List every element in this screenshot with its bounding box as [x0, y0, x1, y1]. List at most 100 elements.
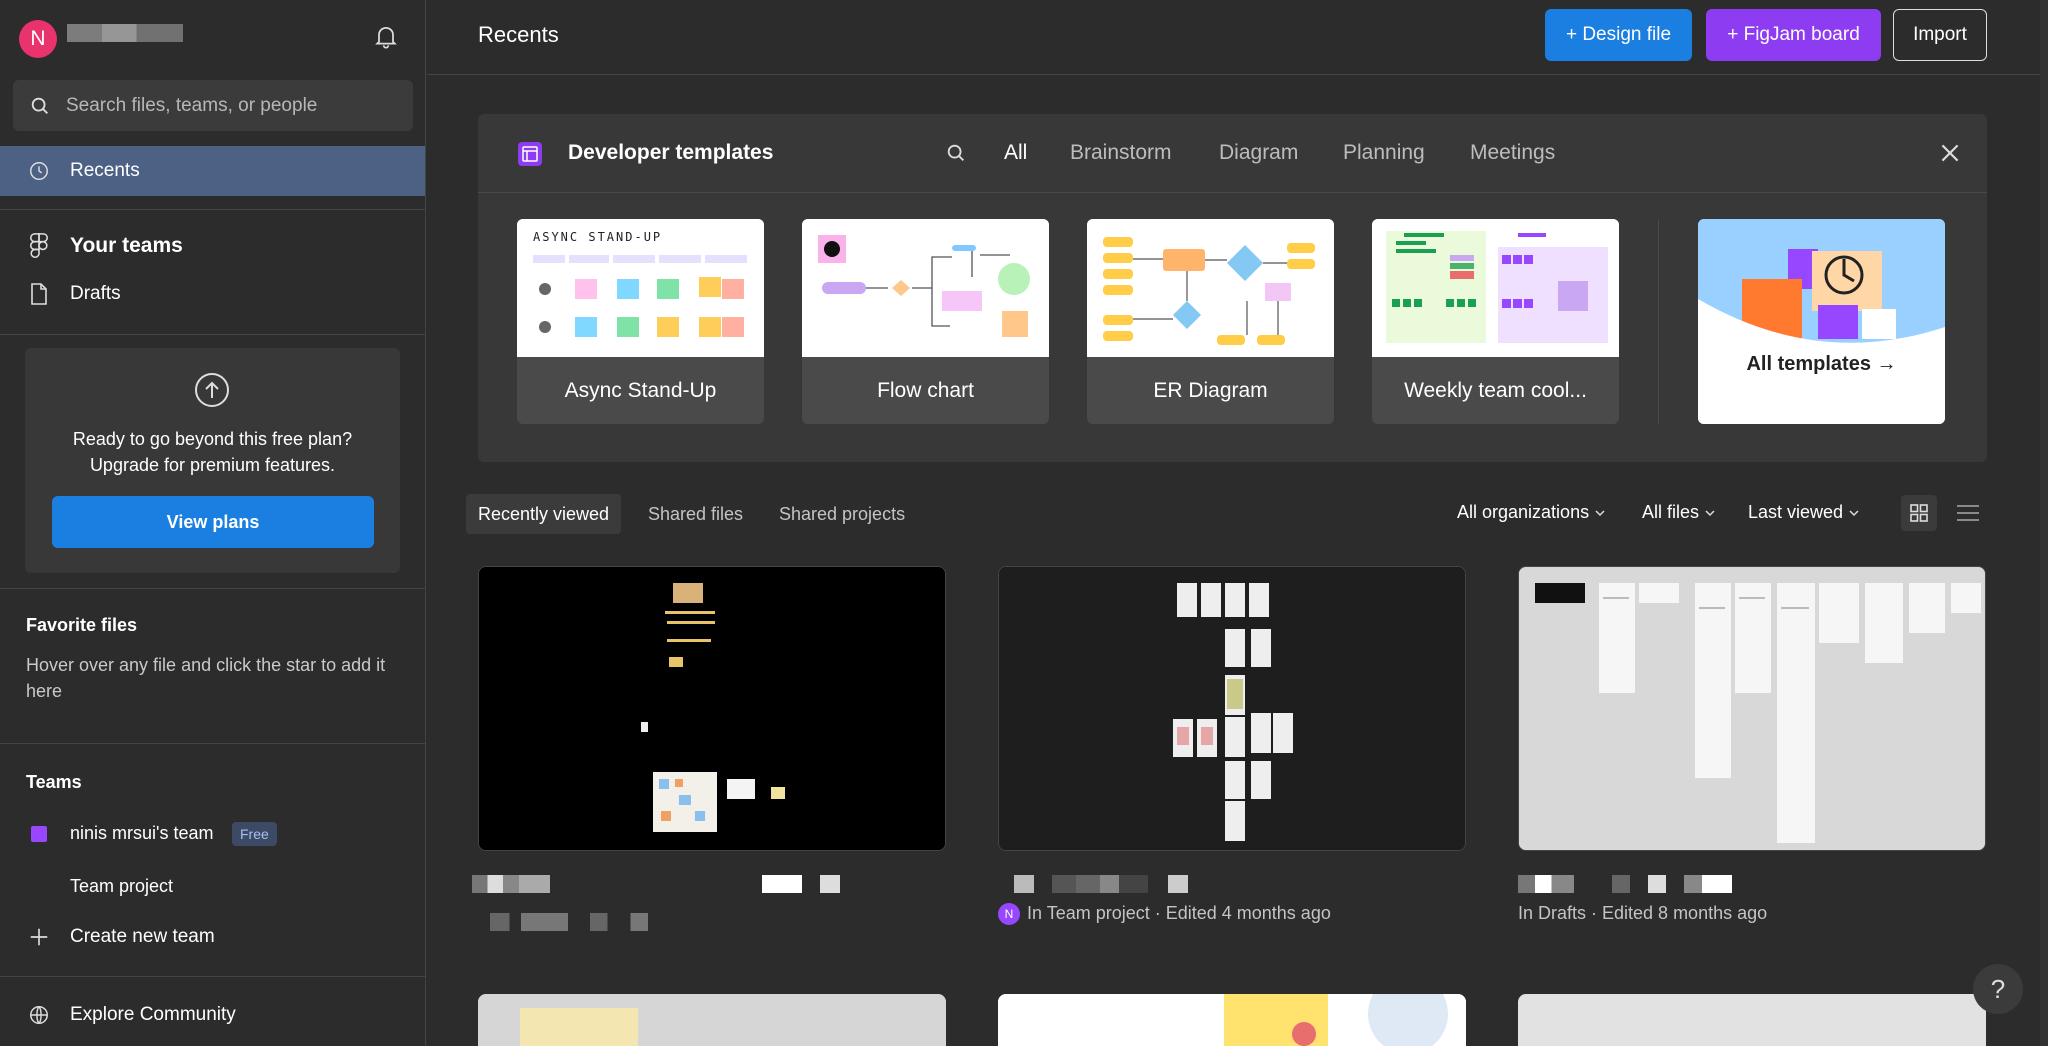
template-card-weekly-team[interactable]: Weekly team cool...: [1372, 219, 1619, 424]
file-meta: In Team project · Edited 4 months ago: [1027, 903, 1331, 923]
sidebar-item-label: Drafts: [70, 283, 121, 304]
explore-label: Explore Community: [70, 1004, 236, 1025]
file-title-redacted: [472, 875, 550, 893]
file-title-redacted: [490, 913, 568, 931]
chevron-down-icon: [1705, 510, 1715, 517]
search-icon[interactable]: [945, 142, 967, 169]
sort-label: Last viewed: [1748, 502, 1844, 522]
file-thumbnail: [999, 567, 1465, 850]
upgrade-line-2: Upgrade for premium features.: [89, 455, 336, 475]
file-card[interactable]: [1518, 566, 1986, 851]
team-name-link[interactable]: ninis mrsui's team: [70, 823, 213, 844]
all-templates-label: All templates →: [1746, 353, 1897, 375]
file-title-redacted: [1168, 875, 1188, 893]
file-title-redacted: [1612, 875, 1732, 893]
import-button[interactable]: Import: [1893, 9, 1987, 61]
file-card[interactable]: [478, 994, 946, 1046]
explore-community-link[interactable]: Explore Community: [0, 990, 425, 1040]
tab-diagram[interactable]: Diagram: [1219, 141, 1298, 165]
file-title-redacted: [1014, 875, 1034, 893]
files-dropdown[interactable]: All files: [1642, 502, 1716, 523]
tab-all[interactable]: All: [1004, 141, 1027, 165]
divider: [0, 743, 425, 744]
tab-brainstorm[interactable]: Brainstorm: [1070, 141, 1172, 165]
help-button[interactable]: ?: [1973, 964, 2023, 1014]
templates-title: Developer templates: [568, 141, 774, 164]
upgrade-card: Ready to go beyond this free plan? Upgra…: [25, 348, 400, 573]
organizations-label: All organizations: [1457, 502, 1590, 522]
list-icon: [1957, 505, 1979, 521]
file-icon: [27, 282, 51, 306]
top-header: Recents + Design file + FigJam board Imp…: [427, 0, 2048, 75]
arrow-up-circle-icon: [194, 372, 230, 408]
file-card[interactable]: [1518, 994, 1986, 1046]
owner-avatar: N: [998, 903, 1020, 925]
teams-title: Teams: [26, 772, 82, 792]
upgrade-line-1: Ready to go beyond this free plan?: [72, 429, 353, 449]
chevron-down-icon: [1595, 510, 1605, 517]
favorites-hint: Hover over any file and click the star t…: [26, 655, 386, 701]
sidebar-item-drafts[interactable]: Drafts: [0, 269, 425, 319]
templates-header: Developer templates All Brainstorm Diagr…: [478, 114, 1987, 193]
search-bar[interactable]: [13, 80, 413, 131]
favorites-title: Favorite files: [26, 615, 138, 635]
template-thumbnail: [1087, 219, 1334, 357]
view-plans-button[interactable]: View plans: [52, 496, 374, 548]
organizations-dropdown[interactable]: All organizations: [1457, 502, 1606, 523]
team-project-link[interactable]: Team project: [70, 876, 173, 897]
divider: [0, 976, 425, 977]
file-card[interactable]: [998, 566, 1466, 851]
avatar[interactable]: N: [19, 20, 57, 58]
file-title-redacted: [820, 875, 840, 893]
template-card-er-diagram[interactable]: ER Diagram: [1087, 219, 1334, 424]
file-meta: In Drafts · Edited 8 months ago: [1518, 903, 1768, 923]
sidebar-item-label: Your teams: [70, 234, 183, 257]
search-input[interactable]: [66, 94, 396, 117]
tab-shared-files[interactable]: Shared files: [636, 494, 755, 534]
create-team-label: Create new team: [70, 926, 215, 947]
new-figjam-board-button[interactable]: + FigJam board: [1706, 9, 1881, 61]
sidebar-item-your-teams[interactable]: Your teams: [0, 221, 425, 271]
sort-dropdown[interactable]: Last viewed: [1748, 502, 1860, 523]
divider: [0, 209, 425, 210]
template-card-flow-chart[interactable]: Flow chart: [802, 219, 1049, 424]
list-view-button[interactable]: [1950, 495, 1986, 531]
template-card-async-standup[interactable]: ASYNC STAND-UP Async Stand-Up: [517, 219, 764, 424]
new-design-file-button[interactable]: + Design file: [1545, 9, 1692, 61]
create-team-button[interactable]: Create new team: [0, 912, 425, 962]
sidebar-item-label: Recents: [70, 160, 140, 181]
file-title-redacted: [762, 875, 802, 893]
bell-icon[interactable]: [372, 22, 400, 50]
account-header: N: [0, 0, 425, 72]
tab-meetings[interactable]: Meetings: [1470, 141, 1555, 165]
clock-icon: [27, 159, 51, 183]
file-card[interactable]: [478, 566, 946, 851]
file-thumbnail: [478, 994, 946, 1046]
divider: [0, 334, 425, 335]
tab-planning[interactable]: Planning: [1343, 141, 1425, 165]
files-label: All files: [1642, 502, 1700, 522]
file-card[interactable]: [998, 994, 1466, 1046]
tab-shared-projects[interactable]: Shared projects: [767, 494, 917, 534]
grid-icon: [1910, 504, 1928, 522]
figma-logo-icon: [27, 233, 51, 258]
tab-recently-viewed[interactable]: Recently viewed: [466, 494, 622, 534]
globe-icon: [27, 1003, 51, 1027]
template-thumbnail: [1372, 219, 1619, 357]
close-icon[interactable]: [1937, 140, 1963, 171]
template-card-label: ER Diagram: [1153, 378, 1268, 402]
chevron-down-icon: [1849, 510, 1859, 517]
file-thumbnail: [1519, 567, 1985, 850]
file-title-redacted: [1052, 875, 1148, 893]
template-card-label: Weekly team cool...: [1404, 378, 1587, 402]
template-icon: [518, 142, 542, 166]
template-thumbnail: ASYNC STAND-UP: [517, 219, 764, 357]
template-card-label: Flow chart: [877, 378, 974, 402]
grid-view-button[interactable]: [1901, 495, 1937, 531]
account-name-redacted[interactable]: [67, 24, 183, 42]
sidebar-item-recents[interactable]: Recents: [0, 146, 425, 196]
plan-badge: Free: [232, 822, 277, 846]
all-templates-card[interactable]: All templates →: [1698, 219, 1945, 424]
sidebar: N Recents Your teams Drafts Ready: [0, 0, 426, 1046]
scrollbar[interactable]: [2040, 0, 2048, 1046]
